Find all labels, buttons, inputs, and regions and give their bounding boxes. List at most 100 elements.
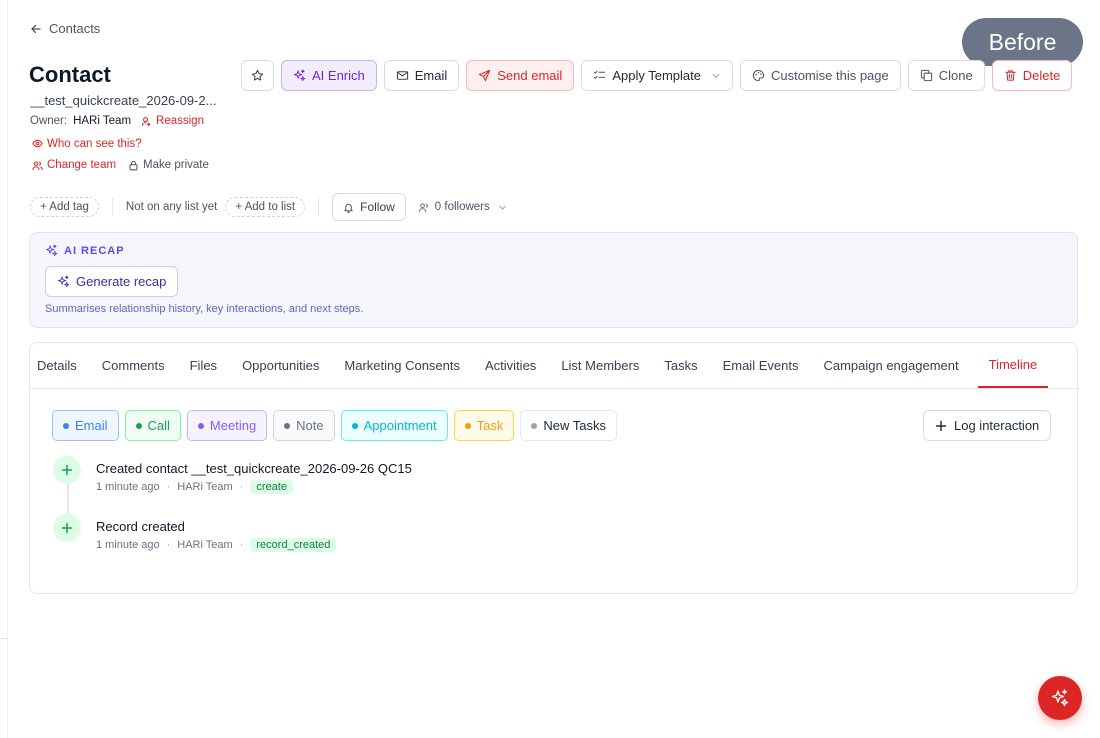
add-tag-button[interactable]: + Add tag — [30, 197, 99, 217]
filter-label: Call — [147, 418, 170, 433]
tab-timeline[interactable]: Timeline — [977, 343, 1049, 388]
follow-button[interactable]: Follow — [332, 193, 406, 221]
tab-list-members[interactable]: List Members — [555, 343, 645, 388]
tab-opportunities[interactable]: Opportunities — [236, 343, 325, 388]
reassign-label: Reassign — [156, 115, 204, 127]
customise-label: Customise this page — [770, 68, 889, 83]
owner-label: Owner: — [30, 115, 68, 127]
separator: · — [239, 481, 244, 493]
call-dot-icon — [135, 422, 142, 429]
followers-label: 0 followers — [434, 201, 490, 213]
owner-row: Owner: HARi Team Reassign — [30, 115, 204, 127]
tab-email-events[interactable]: Email Events — [717, 343, 805, 388]
before-overlay-badge: Before — [962, 18, 1083, 66]
customise-page-button[interactable]: Customise this page — [739, 60, 901, 91]
tab-files[interactable]: Files — [184, 343, 223, 388]
timeline-plus-icon — [53, 456, 81, 484]
eye-icon — [32, 139, 43, 148]
timeline-time: 1 minute ago — [96, 539, 160, 551]
tab-tasks[interactable]: Tasks — [658, 343, 703, 388]
filter-label: Email — [75, 418, 108, 433]
log-interaction-button[interactable]: Log interaction — [923, 410, 1052, 441]
who-can-see-link[interactable]: Who can see this? — [32, 138, 142, 150]
clone-button[interactable]: Clone — [907, 60, 985, 91]
plus-icon — [935, 420, 947, 431]
send-email-label: Send email — [497, 68, 563, 83]
timeline-plus-icon — [53, 514, 81, 542]
timeline-item-title: Record created — [96, 519, 185, 534]
tab-comments[interactable]: Comments — [96, 343, 171, 388]
chevron-down-icon — [499, 205, 506, 210]
tab-details[interactable]: Details — [31, 343, 83, 388]
timeline-type-badge: record_created — [250, 538, 337, 552]
ai-enrich-label: AI Enrich — [312, 68, 365, 83]
sparkles-icon — [45, 244, 58, 257]
filter-label: New Tasks — [543, 418, 606, 433]
back-to-contacts-link[interactable]: Contacts — [30, 21, 100, 36]
apply-template-button[interactable]: Apply Template — [581, 60, 733, 91]
back-label: Contacts — [49, 21, 101, 36]
new-tasks-dot-icon — [531, 422, 538, 429]
chevron-down-icon — [712, 73, 720, 78]
clone-label: Clone — [938, 68, 973, 83]
timeline-item-title: Created contact __test_quickcreate_2026-… — [96, 461, 412, 476]
filter-call[interactable]: Call — [124, 410, 181, 441]
favorite-button[interactable] — [241, 60, 274, 91]
delete-button[interactable]: Delete — [991, 60, 1073, 91]
task-dot-icon — [464, 422, 471, 429]
tab-activities[interactable]: Activities — [479, 343, 542, 388]
appointment-dot-icon — [351, 422, 358, 429]
tab-marketing-consents[interactable]: Marketing Consents — [338, 343, 466, 388]
ai-recap-card: AI RECAP Generate recap Summarises relat… — [29, 232, 1078, 328]
interaction-filters: Email Call Meeting Note Appointment Task… — [52, 410, 617, 441]
separator: · — [166, 481, 171, 493]
bell-icon — [344, 203, 353, 213]
ai-recap-heading: AI RECAP — [45, 244, 125, 257]
generate-recap-button[interactable]: Generate recap — [45, 266, 179, 297]
sparkles-icon — [293, 69, 306, 82]
users-icon — [32, 160, 43, 170]
filter-appointment[interactable]: Appointment — [340, 410, 448, 441]
lock-icon — [129, 160, 138, 170]
left-border — [7, 0, 8, 738]
filter-task[interactable]: Task — [453, 410, 515, 441]
checklist-icon — [594, 70, 606, 80]
generate-recap-label: Generate recap — [76, 274, 167, 289]
copy-icon — [920, 69, 932, 82]
tag-row: + Add tag Not on any list yet + Add to l… — [30, 193, 507, 221]
send-email-button[interactable]: Send email — [466, 60, 575, 91]
record-tabs-panel: Details Comments Files Opportunities Mar… — [29, 342, 1079, 594]
change-team-link[interactable]: Change team — [32, 159, 116, 171]
meeting-dot-icon — [197, 422, 204, 429]
reassign-link[interactable]: Reassign — [141, 115, 204, 127]
ai-enrich-button[interactable]: AI Enrich — [281, 60, 377, 91]
filter-note[interactable]: Note — [273, 410, 335, 441]
delete-label: Delete — [1022, 68, 1061, 83]
add-to-list-button[interactable]: + Add to list — [225, 197, 306, 217]
ai-assistant-fab[interactable] — [1038, 676, 1082, 720]
left-divider — [0, 638, 7, 639]
palette-icon — [752, 69, 765, 82]
filter-meeting[interactable]: Meeting — [186, 410, 268, 441]
email-button[interactable]: Email — [383, 60, 460, 91]
timeline-item-meta: 1 minute ago · HARi Team · create — [96, 480, 293, 494]
sparkles-icon — [57, 275, 70, 288]
sparkles-icon — [1051, 689, 1069, 707]
filter-email[interactable]: Email — [52, 410, 119, 441]
who-can-see-label: Who can see this? — [47, 137, 142, 150]
trash-icon — [1005, 70, 1016, 81]
follow-label: Follow — [360, 200, 395, 214]
tab-campaign-engagement[interactable]: Campaign engagement — [817, 343, 964, 388]
apply-template-label: Apply Template — [612, 68, 701, 83]
filter-label: Task — [476, 418, 504, 433]
separator: · — [239, 539, 244, 551]
filter-label: Appointment — [363, 418, 437, 433]
arrow-left-icon — [31, 24, 41, 33]
timeline-item-meta: 1 minute ago · HARi Team · record_create… — [96, 538, 337, 552]
make-private-link[interactable]: Make private — [128, 159, 209, 171]
filter-new-tasks[interactable]: New Tasks — [520, 410, 617, 441]
owner-value: HARi Team — [73, 115, 132, 127]
team-row: Change team Make private — [32, 159, 209, 171]
followers-dropdown[interactable]: 0 followers — [418, 201, 507, 213]
email-label: Email — [414, 68, 448, 83]
